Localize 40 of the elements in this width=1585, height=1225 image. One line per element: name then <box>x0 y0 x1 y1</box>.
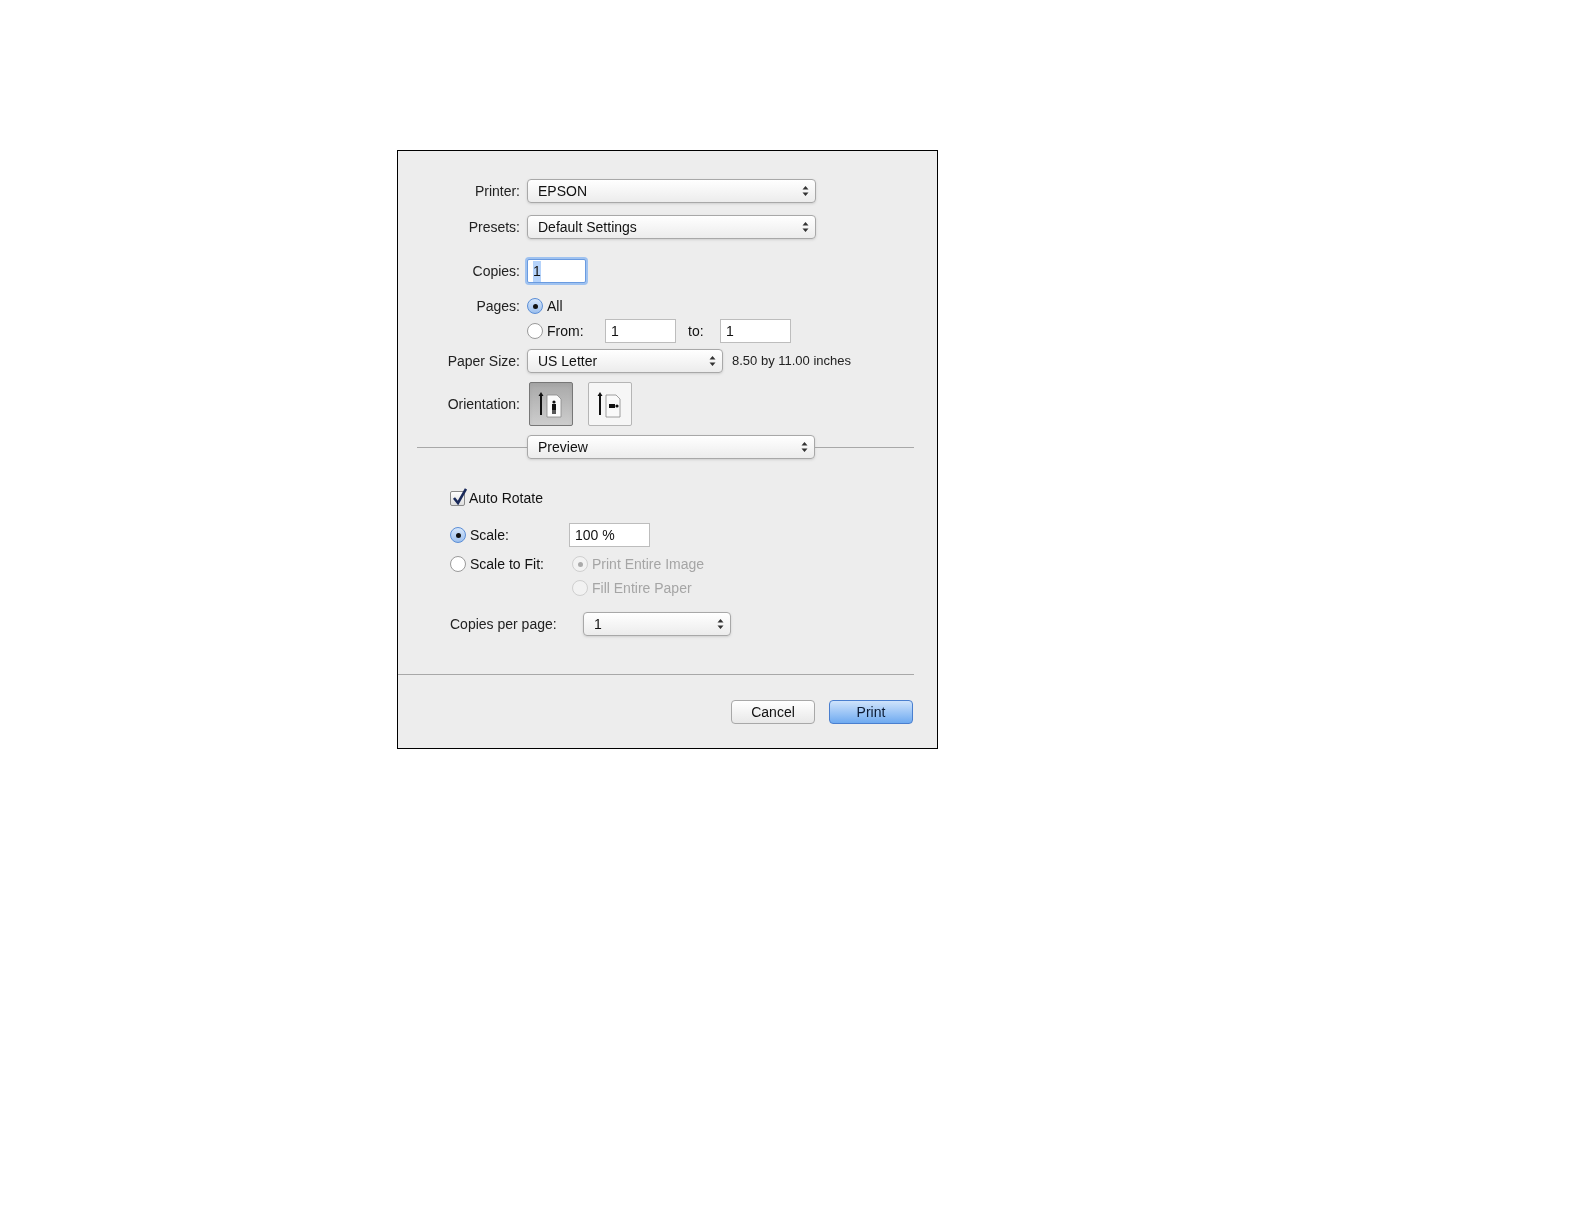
field-label: Paper Size: <box>446 351 520 371</box>
radio-button[interactable] <box>527 323 543 339</box>
radio-button[interactable] <box>450 527 466 543</box>
presets-popup[interactable]: Default Settings <box>527 215 816 239</box>
scale-field[interactable]: 100 % <box>569 523 650 547</box>
field-label: Pages: <box>475 296 520 316</box>
field-label: Printer: <box>473 181 520 201</box>
section-popup[interactable]: Preview <box>527 435 815 459</box>
radio-label: Fill Entire Paper <box>592 578 692 598</box>
field-label: Orientation: <box>446 394 520 414</box>
stepper-arrows-icon <box>802 221 809 233</box>
checkbox-label: Auto Rotate <box>469 488 543 508</box>
checkbox[interactable] <box>450 490 465 506</box>
field-label: to: <box>688 321 705 341</box>
field-label: Copies: <box>471 261 520 281</box>
orientation-button[interactable] <box>588 382 632 426</box>
checkmark-icon <box>452 487 467 505</box>
radio-label: From: <box>547 321 585 341</box>
to-page-field[interactable]: 1 <box>720 319 791 343</box>
print-button[interactable]: Print <box>829 700 913 724</box>
stepper-arrows-icon <box>802 185 809 197</box>
field-label: Presets: <box>467 217 520 237</box>
orientation-button[interactable] <box>529 382 573 426</box>
radio-label: Print Entire Image <box>592 554 705 574</box>
radio-button[interactable] <box>450 556 466 572</box>
paper-dimensions: 8.50 by 11.00 inches <box>732 352 851 371</box>
paper-size-popup[interactable]: US Letter <box>527 349 723 373</box>
copies-per-page-popup[interactable]: 1 <box>583 612 731 636</box>
cancel-button[interactable]: Cancel <box>731 700 815 724</box>
radio-label: Scale to Fit: <box>470 554 545 574</box>
stepper-arrows-icon <box>717 618 724 630</box>
field-label: Copies per page: <box>450 614 558 634</box>
printer-popup[interactable]: EPSON <box>527 179 816 203</box>
from-page-field[interactable]: 1 <box>605 319 676 343</box>
radio-button[interactable] <box>527 298 543 314</box>
stepper-arrows-icon <box>801 441 808 453</box>
radio-label: All <box>547 296 563 316</box>
copies-field[interactable]: 1 <box>527 259 586 283</box>
stepper-arrows-icon <box>709 355 716 367</box>
radio-label: Scale: <box>470 525 510 545</box>
